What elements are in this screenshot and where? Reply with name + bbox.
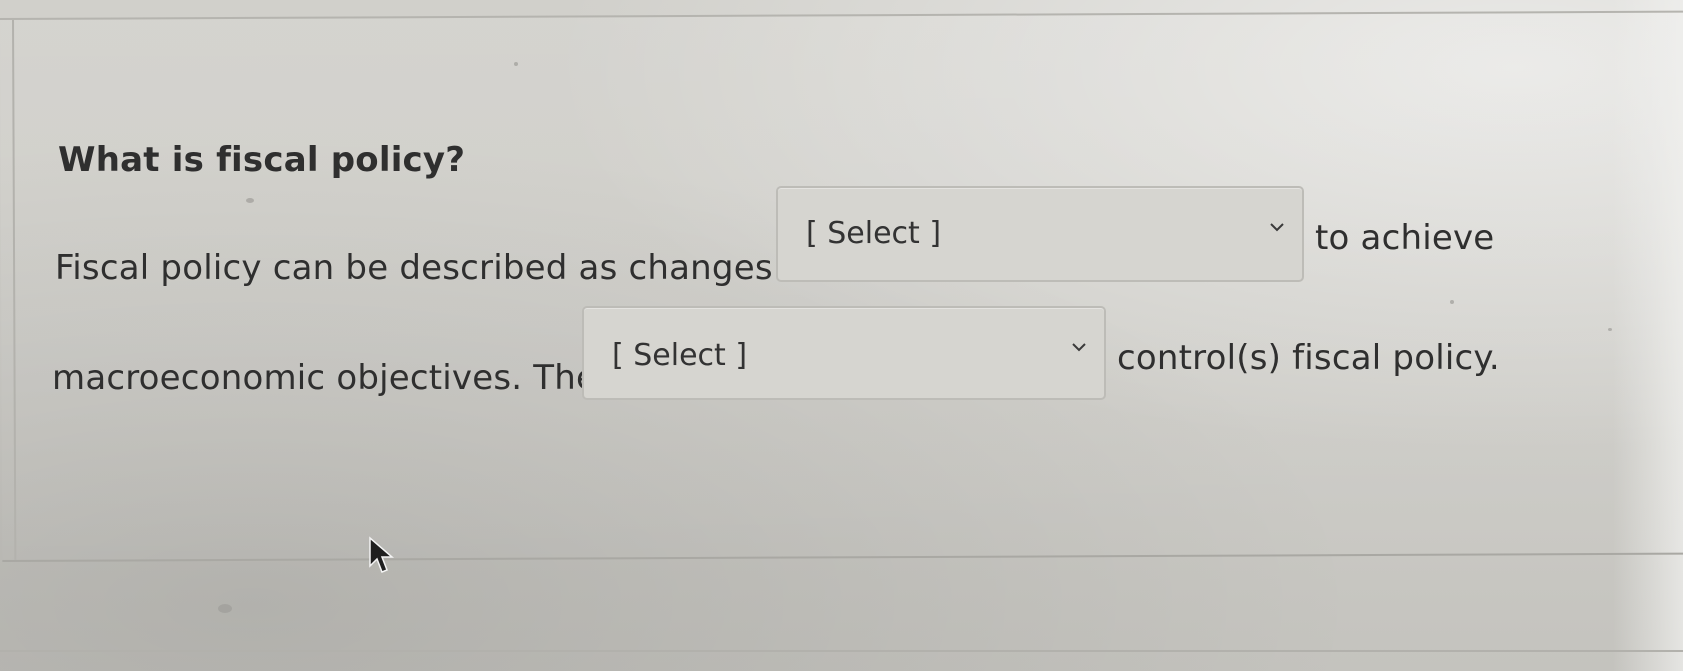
sentence-part-3: macroeconomic objectives. The [52, 358, 598, 398]
screen-dust [218, 604, 232, 613]
question-title: What is fiscal policy? [58, 140, 466, 180]
sentence-part-4: control(s) fiscal policy. [1117, 338, 1500, 378]
sentence-part-1: Fiscal policy can be described as change… [55, 248, 816, 288]
answer-dropdown-1[interactable]: [ Select ] [776, 186, 1304, 282]
answer-dropdown-2[interactable]: [ Select ] [582, 306, 1106, 400]
answer-dropdown-1-value: [ Select ] [806, 216, 942, 251]
mouse-cursor-icon [369, 536, 395, 573]
chevron-down-icon [1072, 343, 1086, 352]
screen-dust [1450, 300, 1454, 304]
screen-dust [246, 198, 254, 203]
chevron-down-icon [1270, 223, 1284, 232]
answer-dropdown-2-value: [ Select ] [612, 338, 748, 373]
sentence-part-2: to achieve [1315, 218, 1495, 258]
section-divider [0, 650, 1683, 652]
screen-dust [1608, 328, 1612, 331]
screen-dust [514, 62, 518, 66]
card-left-border [12, 19, 17, 560]
